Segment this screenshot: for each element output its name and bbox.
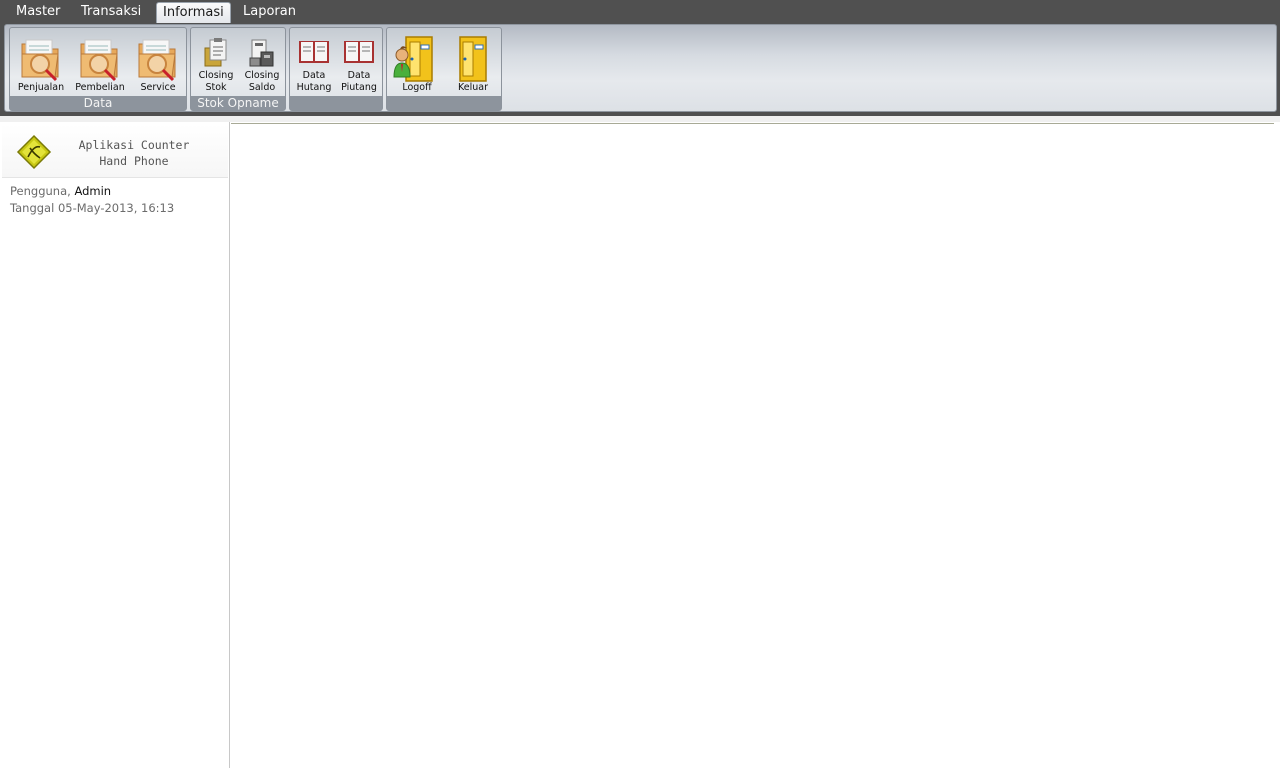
ribbon-group-data: Penjualan Pembelian Service Data [9, 27, 187, 111]
ledger-icon [299, 41, 329, 63]
clipboard-icon [204, 38, 227, 67]
user-info: Pengguna, Admin [10, 184, 111, 198]
user-value: Admin [74, 184, 112, 198]
service-label: Service [140, 82, 176, 93]
keluar-button[interactable]: Keluar [445, 30, 501, 96]
closing-stok-button[interactable]: Closing Stok [193, 30, 239, 96]
closing-saldo-button[interactable]: Closing Saldo [239, 30, 285, 96]
tab-master[interactable]: Master [10, 2, 66, 24]
pembelian-button[interactable]: Pembelian [72, 30, 128, 96]
user-door-icon [393, 36, 433, 82]
date-info: Tanggal 05-May-2013, 16:13 [10, 201, 174, 215]
logoff-label: Logoff [402, 82, 432, 93]
ribbon-group-label-data: Data [10, 96, 186, 110]
ribbon-group-label-session [387, 96, 501, 110]
data-piutang-label: Data Piutang [341, 70, 377, 93]
tab-transaksi[interactable]: Transaksi [75, 2, 147, 24]
door-icon [459, 36, 487, 82]
date-label: Tanggal [10, 201, 55, 215]
closing-saldo-label: Closing Saldo [244, 70, 280, 93]
main-content-area [231, 123, 1274, 768]
date-value: 05-May-2013, 16:13 [57, 201, 175, 215]
ledger-icon [344, 41, 374, 63]
data-hutang-label: Data Hutang [296, 70, 332, 93]
app-title-line2: Hand Phone [99, 154, 169, 168]
app-title-line1: Aplikasi Counter [78, 138, 190, 152]
app-title: Aplikasi Counter Hand Phone [64, 137, 204, 169]
stack-icon [249, 39, 274, 67]
folder-search-icon [80, 39, 118, 82]
app-logo-icon [16, 134, 52, 170]
keluar-label: Keluar [458, 82, 488, 93]
data-hutang-button[interactable]: Data Hutang [292, 30, 336, 96]
sidebar: Aplikasi Counter Hand Phone Pengguna, Ad… [0, 122, 230, 768]
data-piutang-button[interactable]: Data Piutang [336, 30, 382, 96]
tab-laporan[interactable]: Laporan [237, 2, 302, 24]
penjualan-label: Penjualan [17, 82, 65, 93]
closing-stok-label: Closing Stok [198, 70, 234, 93]
pembelian-label: Pembelian [75, 82, 125, 93]
service-button[interactable]: Service [130, 30, 186, 96]
menu-tab-bar: Master Transaksi Informasi Laporan [0, 0, 1280, 24]
logoff-button[interactable]: Logoff [389, 30, 445, 96]
ribbon-group-hutang-piutang: Data Hutang Data Piutang [289, 27, 383, 111]
penjualan-button[interactable]: Penjualan [12, 30, 70, 96]
user-label: Pengguna, [10, 184, 71, 198]
folder-search-icon [21, 39, 59, 82]
ribbon-group-label-hutang-piutang [290, 96, 382, 110]
ribbon-group-session: Logoff Keluar [386, 27, 502, 111]
ribbon-group-label-stok-opname: Stok Opname [191, 96, 285, 110]
folder-search-icon [138, 39, 176, 82]
tab-informasi[interactable]: Informasi [156, 2, 231, 24]
app-brand: Aplikasi Counter Hand Phone [2, 124, 228, 178]
ribbon-group-stok-opname: Closing Stok Closing Saldo Stok Opname [190, 27, 286, 111]
